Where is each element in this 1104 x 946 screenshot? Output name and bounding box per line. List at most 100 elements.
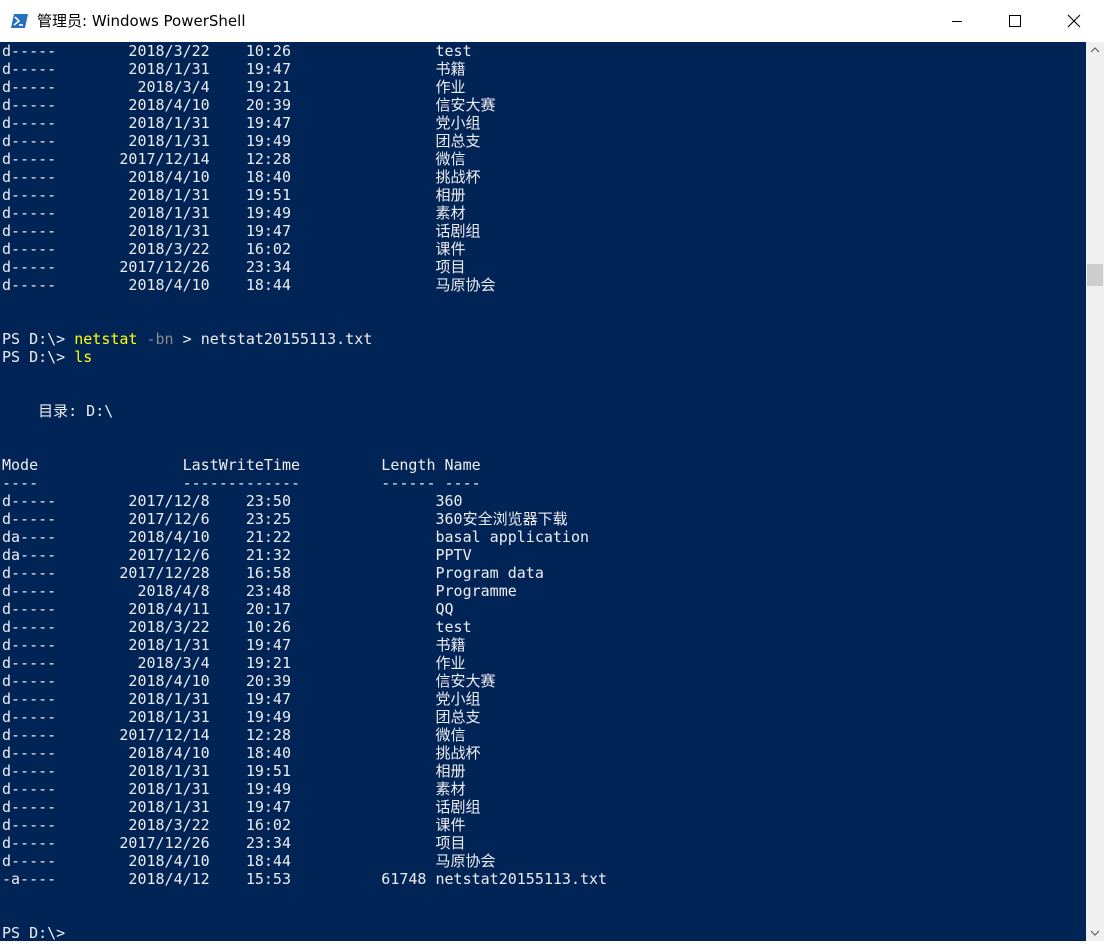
row-name: 素材	[435, 780, 466, 798]
directory-row: d----- 2017/12/28 16:58 Program data	[2, 564, 544, 582]
row-mode: d-----	[2, 150, 120, 168]
row-time: 12:28	[209, 150, 291, 168]
row-name: 话剧组	[435, 222, 481, 240]
scrollbar-thumb[interactable]	[1087, 264, 1103, 286]
row-mode: d-----	[2, 564, 120, 582]
directory-row: d----- 2018/4/10 18:44 马原协会	[2, 276, 496, 294]
directory-row: d----- 2018/4/11 20:17 QQ	[2, 600, 454, 618]
row-name: 360安全浏览器下载	[435, 510, 568, 528]
row-name: test	[435, 42, 472, 60]
row-mode: d-----	[2, 618, 120, 636]
directory-row: da---- 2017/12/6 21:32 PPTV	[2, 546, 472, 564]
row-length	[291, 240, 426, 258]
row-date: 2017/12/14	[119, 726, 210, 744]
chevron-up-icon	[1090, 47, 1100, 53]
row-time: 19:47	[209, 114, 291, 132]
row-mode: d-----	[2, 96, 120, 114]
directory-row: d----- 2018/1/31 19:47 话剧组	[2, 222, 481, 240]
row-date: 2018/1/31	[119, 690, 210, 708]
row-time: 20:39	[209, 672, 291, 690]
row-name: 相册	[435, 186, 466, 204]
row-date: 2018/3/22	[119, 618, 210, 636]
row-name: 团总支	[435, 132, 481, 150]
row-date: 2017/12/6	[119, 510, 210, 528]
command-parameter: -bn	[146, 330, 174, 348]
row-mode: d-----	[2, 744, 120, 762]
row-time: 23:34	[209, 258, 291, 276]
prompt-line: PS D:\> ls	[2, 348, 92, 366]
row-date: 2018/1/31	[119, 762, 210, 780]
row-mode: d-----	[2, 672, 120, 690]
row-length	[291, 798, 426, 816]
row-date: 2018/1/31	[119, 798, 210, 816]
prompt: PS D:\>	[2, 330, 75, 348]
prompt: PS D:\>	[2, 348, 75, 366]
row-time: 19:49	[209, 780, 291, 798]
row-date: 2018/1/31	[119, 780, 210, 798]
scroll-up-button[interactable]	[1086, 42, 1104, 59]
row-date: 2017/12/26	[119, 834, 210, 852]
directory-row: da---- 2018/4/10 21:22 basal application	[2, 528, 589, 546]
row-name: 信安大赛	[435, 96, 496, 114]
row-length	[291, 60, 426, 78]
directory-path: 目录: D:\	[38, 402, 114, 420]
directory-row: d----- 2017/12/14 12:28 微信	[2, 726, 466, 744]
row-mode: d-----	[2, 132, 120, 150]
row-length	[291, 78, 426, 96]
powershell-icon[interactable]	[11, 13, 28, 29]
vertical-scrollbar[interactable]	[1086, 42, 1104, 941]
row-length	[291, 636, 426, 654]
row-date: 2017/12/6	[119, 546, 210, 564]
row-name: 党小组	[435, 690, 481, 708]
prompt-line: PS D:\>	[2, 924, 65, 941]
row-date: 2018/4/10	[119, 744, 210, 762]
row-length	[291, 528, 426, 546]
row-time: 16:58	[209, 564, 291, 582]
row-date: 2018/4/10	[119, 672, 210, 690]
close-button[interactable]	[1045, 0, 1103, 42]
directory-row: d----- 2018/3/22 10:26 test	[2, 618, 472, 636]
directory-row: d----- 2018/1/31 19:51 相册	[2, 186, 466, 204]
row-length	[291, 510, 426, 528]
title-bar[interactable]: 管理员: Windows PowerShell	[0, 0, 1104, 42]
prompt-line: PS D:\> netstat -bn > netstat20155113.tx…	[2, 330, 372, 348]
row-mode: d-----	[2, 510, 120, 528]
row-mode: d-----	[2, 726, 120, 744]
minimize-button[interactable]	[928, 0, 986, 42]
directory-row: d----- 2017/12/14 12:28 微信	[2, 150, 466, 168]
row-length	[291, 150, 426, 168]
row-date: 2018/3/22	[119, 240, 210, 258]
row-length	[291, 654, 426, 672]
console-output[interactable]: d----- 2018/3/22 10:26 test d----- 2018/1…	[0, 42, 1086, 941]
row-date: 2017/12/26	[119, 258, 210, 276]
row-name: test	[435, 618, 472, 636]
powershell-window: 管理员: Windows PowerShell d----- 2018/3/22…	[0, 0, 1104, 941]
row-length	[291, 834, 426, 852]
directory-row: d----- 2018/3/22 16:02 课件	[2, 240, 466, 258]
row-time: 19:49	[209, 708, 291, 726]
row-length	[291, 204, 426, 222]
row-time: 20:17	[209, 600, 291, 618]
column-headers: Mode LastWriteTime Length Name	[2, 456, 481, 474]
row-time: 12:28	[209, 726, 291, 744]
row-time: 19:49	[209, 204, 291, 222]
directory-row: d----- 2018/1/31 19:49 团总支	[2, 132, 481, 150]
row-time: 18:44	[209, 852, 291, 870]
row-date: 2018/1/31	[119, 114, 210, 132]
row-time: 10:26	[209, 618, 291, 636]
maximize-button[interactable]	[986, 0, 1044, 42]
row-length	[291, 546, 426, 564]
row-date: 2018/4/12	[119, 870, 210, 888]
row-mode: d-----	[2, 852, 120, 870]
scroll-down-button[interactable]	[1086, 924, 1104, 941]
row-mode: d-----	[2, 636, 120, 654]
row-name: 信安大赛	[435, 672, 496, 690]
row-length	[291, 744, 426, 762]
row-length	[291, 222, 426, 240]
header-name: Name	[444, 456, 481, 474]
row-mode: d-----	[2, 258, 120, 276]
row-name: 项目	[435, 834, 466, 852]
row-name: 团总支	[435, 708, 481, 726]
window-title: 管理员: Windows PowerShell	[37, 12, 246, 30]
underline-name: ----	[444, 474, 481, 492]
